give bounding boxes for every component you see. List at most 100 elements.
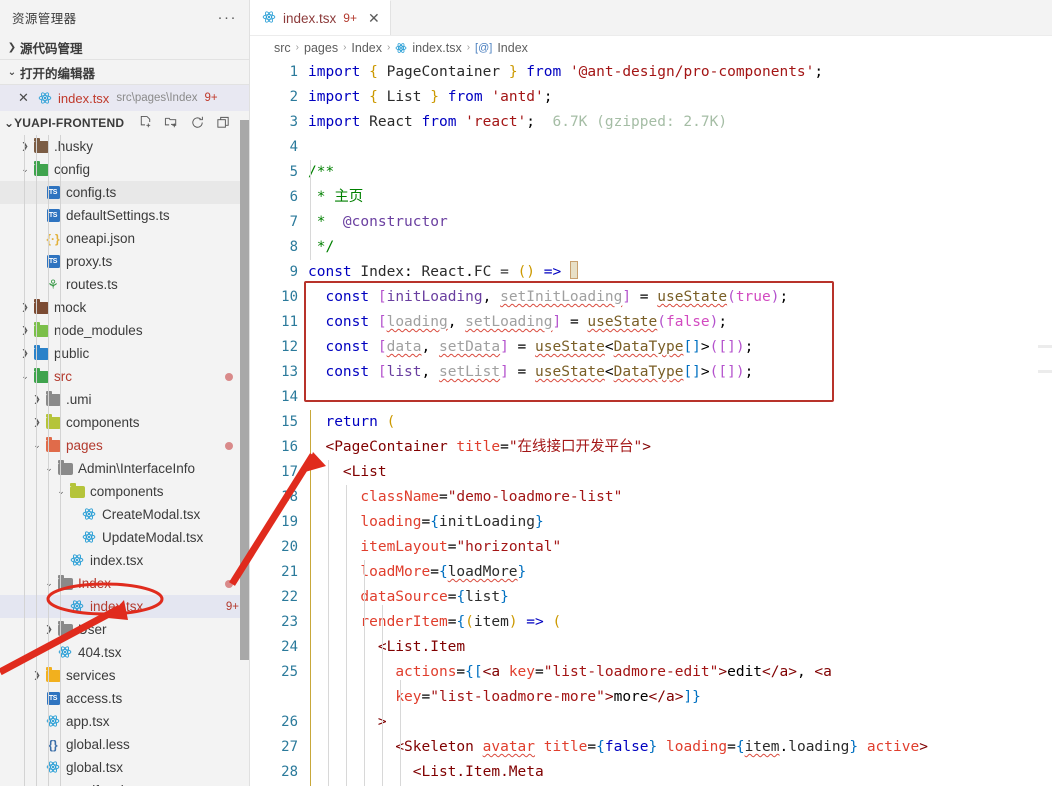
tree-item-global-tsx[interactable]: global.tsx (0, 756, 249, 779)
code-text: import React from 'react'; 6.7K (gzipped… (308, 114, 728, 130)
line-number: 8 (289, 239, 298, 255)
code-line: 2 import { List } from 'antd'; (250, 85, 1052, 110)
tree-item-manifest-json[interactable]: {·}manifest.json (0, 779, 249, 786)
tree-item-label: UpdateModal.tsx (102, 530, 204, 545)
code-line: 4 (250, 135, 1052, 160)
tab-index-tsx[interactable]: index.tsx 9+ ✕ (250, 0, 391, 35)
less-file-icon: {} (48, 737, 58, 752)
indent-guide (382, 605, 383, 786)
project-root-row[interactable]: ⌄ YUAPI-FRONTEND (0, 111, 249, 135)
tree-item-proxy-ts[interactable]: TS proxy.ts (0, 250, 249, 273)
tree-item-label: routes.ts (66, 277, 118, 292)
new-folder-icon[interactable] (164, 115, 180, 131)
close-icon[interactable]: ✕ (18, 90, 36, 106)
chevron-right-icon: ❯ (18, 302, 32, 313)
tree-item-user[interactable]: ❯ User (0, 618, 249, 641)
line-number: 24 (281, 639, 298, 655)
explorer-title: 资源管理器 (12, 12, 77, 26)
code-text: const Index: React.FC = () => (308, 260, 578, 285)
line-number: 7 (289, 214, 298, 230)
code-line: 11 const [loading, setLoading] = useStat… (250, 310, 1052, 335)
tree-item-oneapi-json[interactable]: {·} oneapi.json (0, 227, 249, 250)
tree-item-global-less[interactable]: {} global.less (0, 733, 249, 756)
tree-item-src[interactable]: ⌄ src (0, 365, 249, 388)
line-number: 23 (281, 614, 298, 630)
tree-item-app-tsx[interactable]: app.tsx (0, 710, 249, 733)
sidebar-scrollbar[interactable] (240, 120, 249, 660)
tree-item-services[interactable]: ❯ services (0, 664, 249, 687)
indent-guide (60, 135, 61, 786)
breadcrumb-item[interactable]: index.tsx (412, 41, 461, 55)
line-number: 21 (281, 564, 298, 580)
tree-item-label: proxy.ts (66, 254, 113, 269)
tree-item-components[interactable]: ⌄ components (0, 480, 249, 503)
tree-item-routes-ts[interactable]: ⚘ routes.ts (0, 273, 249, 296)
tree-item-components[interactable]: ❯ components (0, 411, 249, 434)
line-number: 22 (281, 589, 298, 605)
breadcrumb-item[interactable]: Index (497, 41, 528, 55)
open-editor-item-index-tsx[interactable]: ✕ index.tsx src\pages\Index 9+ (0, 85, 249, 111)
breadcrumb: src › pages › Index › index.tsx › [@] Index (250, 36, 1052, 59)
tree-item-createmodal-tsx[interactable]: CreateModal.tsx (0, 503, 249, 526)
tree-item-label: 404.tsx (78, 645, 122, 660)
sidebar-section-open-editors[interactable]: ⌄ 打开的编辑器 (0, 60, 249, 85)
tree-item-husky[interactable]: ❯.husky (0, 135, 249, 158)
tree-item-config-ts[interactable]: TS config.ts (0, 181, 249, 204)
code-line: 12 const [data, setData] = useState<Data… (250, 335, 1052, 360)
tree-item-label: .umi (66, 392, 92, 407)
chevron-down-icon: ⌄ (4, 116, 15, 130)
file-icon (68, 599, 86, 615)
tree-item-access-ts[interactable]: TS access.ts (0, 687, 249, 710)
tree-item-label: components (90, 484, 164, 499)
explorer-more-actions-icon[interactable]: ··· (218, 9, 244, 26)
breadcrumb-item[interactable]: Index (351, 41, 382, 55)
tree-item-updatemodal-tsx[interactable]: UpdateModal.tsx (0, 526, 249, 549)
new-file-icon[interactable] (138, 115, 154, 131)
tree-item-mock[interactable]: ❯ mock (0, 296, 249, 319)
tree-item-label: access.ts (66, 691, 123, 706)
line-number: 10 (281, 289, 298, 305)
line-number: 6 (289, 189, 298, 205)
code-line: 5 /** (250, 160, 1052, 185)
tree-item-pages[interactable]: ⌄ pages (0, 434, 249, 457)
collapse-all-icon[interactable] (216, 115, 232, 131)
code-text: const [list, setList] = useState<DataTyp… (325, 364, 754, 380)
code-text: const [data, setData] = useState<DataTyp… (325, 339, 754, 355)
sidebar-section-source-control[interactable]: ❯ 源代码管理 (0, 35, 249, 60)
tree-item-umi[interactable]: ❯ .umi (0, 388, 249, 411)
code-line: 3 import React from 'react'; 6.7K (gzippe… (250, 110, 1052, 135)
refresh-icon[interactable] (190, 115, 206, 131)
code-text: const [loading, setLoading] = useState(f… (325, 314, 728, 330)
chevron-right-icon: ❯ (18, 325, 32, 336)
tree-item-node-modules[interactable]: ❯ node_modules (0, 319, 249, 342)
tree-item-label: index.tsx (90, 553, 144, 568)
indent-guide (48, 135, 49, 786)
tree-item-404-tsx[interactable]: 404.tsx (0, 641, 249, 664)
code-text: return ( (325, 414, 396, 430)
react-icon (262, 10, 276, 27)
modified-indicator (225, 441, 233, 450)
indent-guide (400, 680, 401, 786)
indent-guide (310, 410, 311, 786)
code-line: 8 */ (250, 235, 1052, 260)
line-number: 4 (289, 139, 298, 155)
tree-item-public[interactable]: ❯public (0, 342, 249, 365)
tree-item-defaultsettings-ts[interactable]: TS defaultSettings.ts (0, 204, 249, 227)
tree-item-config[interactable]: ⌄config (0, 158, 249, 181)
tree-item-admin-interfaceinfo[interactable]: ⌄ Admin\InterfaceInfo (0, 457, 249, 480)
tree-item-index[interactable]: ⌄ Index (0, 572, 249, 595)
code-editor[interactable]: 1 import { PageContainer } from '@ant-des… (250, 60, 1052, 786)
tree-item-index-tsx[interactable]: index.tsx 9+ (0, 595, 249, 618)
editor-minimap[interactable] (1038, 60, 1052, 786)
tree-item-index-tsx[interactable]: index.tsx (0, 549, 249, 572)
tree-item-label: pages (66, 438, 103, 453)
explorer-sidebar: 资源管理器 ··· ❯ 源代码管理 ⌄ 打开的编辑器 ✕ index.tsx s… (0, 0, 250, 786)
line-number: 12 (281, 339, 298, 355)
chevron-right-icon: ❯ (30, 670, 44, 681)
tab-close-icon[interactable]: ✕ (368, 10, 380, 27)
code-text: <List.Item (377, 639, 466, 655)
tree-item-label: Index (78, 576, 112, 591)
breadcrumb-item[interactable]: src (274, 41, 291, 55)
chevron-right-icon: ❯ (30, 394, 44, 405)
breadcrumb-item[interactable]: pages (304, 41, 338, 55)
